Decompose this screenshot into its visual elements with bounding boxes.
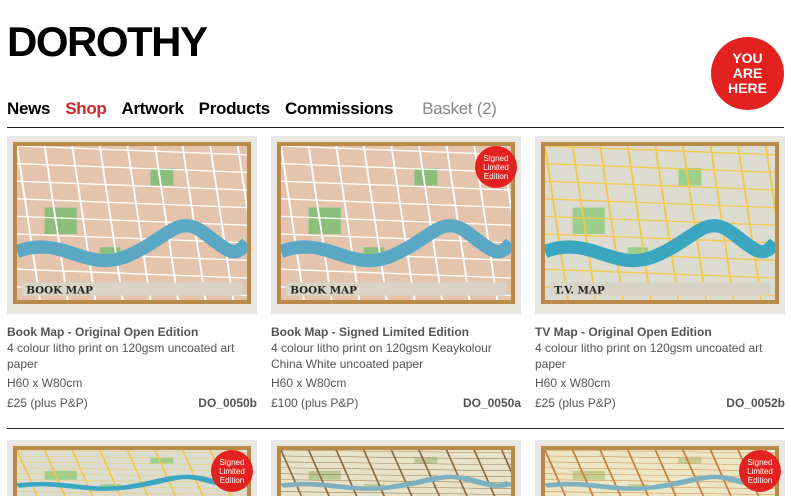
signed-edition-badge: Signed Limited Edition <box>739 450 781 492</box>
product-code: DO_0050a <box>462 396 521 410</box>
product-size: H60 x W80cm <box>271 376 347 390</box>
product-title[interactable]: Book Map - Original Open Edition <box>7 324 257 340</box>
nav-artwork[interactable]: Artwork <box>122 99 184 119</box>
product-title[interactable]: Book Map - Signed Limited Edition <box>271 324 521 340</box>
signed-edition-badge: Signed Limited Edition <box>211 450 253 492</box>
you-are-here-badge: YOU ARE HERE <box>711 37 784 110</box>
map-print-image: BOOK MAP <box>17 146 247 300</box>
nav-basket[interactable]: Basket (2) <box>422 99 497 119</box>
product-description: 4 colour litho print on 120gsm Keaykolou… <box>271 341 492 371</box>
product-image[interactable]: Signed Limited Edition <box>7 440 257 496</box>
product-price: £100 (plus P&P) <box>271 396 359 410</box>
product-image[interactable]: BOOK MAP <box>7 136 257 314</box>
product-card[interactable]: T.V. MAP TV Map - Original Open Edition … <box>535 136 785 411</box>
nav-commissions[interactable]: Commissions <box>285 99 393 119</box>
product-size: H60 x W80cm <box>535 376 611 390</box>
product-image[interactable]: T.V. MAP <box>535 136 785 314</box>
nav-shop[interactable]: Shop <box>65 99 107 119</box>
badge-line: ARE <box>732 65 763 81</box>
product-image[interactable]: BOOK MAP Signed Limited Edition <box>271 136 521 314</box>
product-description: 4 colour litho print on 120gsm uncoated … <box>7 341 235 371</box>
map-label: BOOK MAP <box>26 285 93 297</box>
map-label: T.V. MAP <box>554 285 605 297</box>
site-logo[interactable]: DOROTHY <box>7 18 208 66</box>
header-divider <box>7 127 784 128</box>
product-size: H60 x W80cm <box>7 376 83 390</box>
product-card[interactable]: BOOK MAP Book Map - Original Open Editio… <box>7 136 257 411</box>
product-code: DO_0052b <box>726 396 785 410</box>
badge-line: HERE <box>728 80 767 96</box>
badge-line: YOU <box>732 50 763 66</box>
nav-news[interactable]: News <box>7 99 51 119</box>
row-divider <box>7 428 784 429</box>
product-price: £25 (plus P&P) <box>7 396 88 410</box>
main-nav: News Shop Artwork Products Commissions B… <box>7 98 497 120</box>
product-card[interactable]: BOOK MAP Signed Limited Edition Book Map -… <box>271 136 521 411</box>
signed-edition-badge: Signed Limited Edition <box>475 146 517 188</box>
product-grid-row-2: Signed Limited Edition Signed Limited Editio… <box>7 440 785 496</box>
product-image[interactable] <box>271 440 521 496</box>
product-price: £25 (plus P&P) <box>535 396 616 410</box>
map-label: BOOK MAP <box>290 285 357 297</box>
product-code: DO_0050b <box>198 396 257 410</box>
nav-products[interactable]: Products <box>199 99 271 119</box>
map-print-image <box>281 450 511 496</box>
product-description: 4 colour litho print on 120gsm uncoated … <box>535 341 763 371</box>
product-image[interactable]: Signed Limited Edition <box>535 440 785 496</box>
product-title[interactable]: TV Map - Original Open Edition <box>535 324 785 340</box>
map-print-image: T.V. MAP <box>545 146 775 300</box>
